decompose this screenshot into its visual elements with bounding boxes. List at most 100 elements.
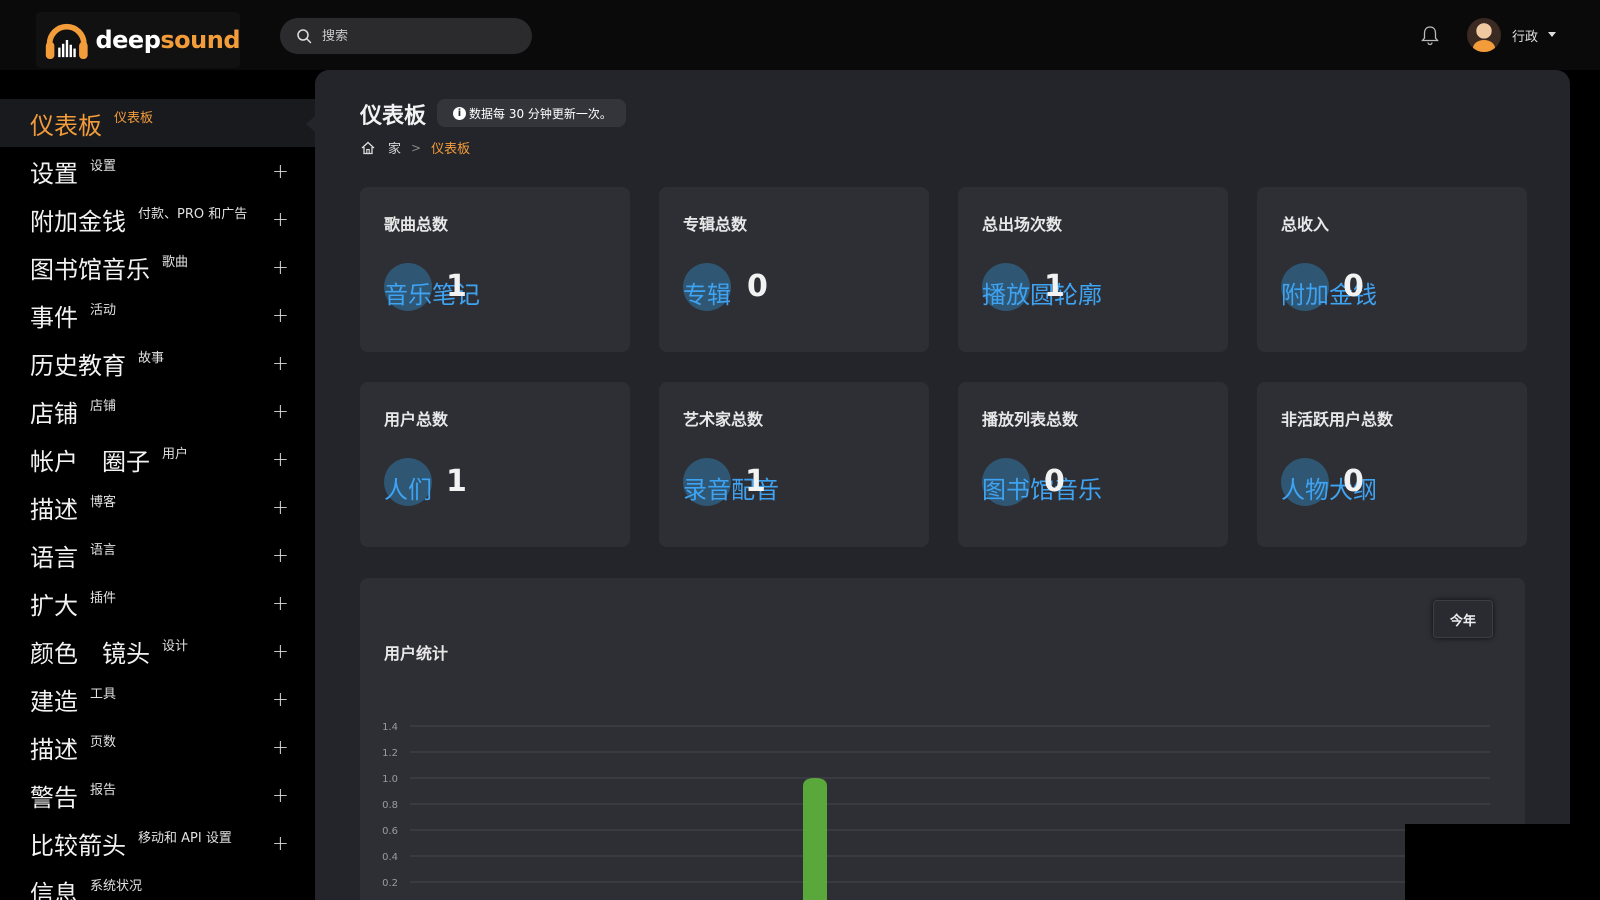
sidebar-item-label: 图书馆音乐: [30, 255, 150, 284]
card-title: 用户总数: [384, 410, 449, 429]
logo-text: deepsound: [95, 26, 240, 54]
sidebar-item-api-settings[interactable]: 比较箭头 移动和 API 设置 +: [0, 819, 315, 867]
plus-icon[interactable]: +: [272, 303, 289, 327]
card-value: 1: [446, 269, 467, 304]
sidebar-item-sub: 系统状况: [90, 879, 143, 894]
card-value: 0: [1044, 464, 1065, 499]
sidebar-item-sub: 博客: [90, 495, 117, 510]
dark-overlay: [1405, 824, 1600, 900]
bell-icon[interactable]: [1420, 24, 1440, 46]
chart-bar[interactable]: [803, 778, 827, 900]
breadcrumb-current: 仪表板: [431, 142, 471, 157]
card-icon-label: 图书馆音乐: [982, 476, 1102, 504]
chart-title: 用户统计: [384, 644, 449, 663]
search-box[interactable]: [280, 18, 532, 54]
chevron-down-icon[interactable]: [1548, 32, 1556, 37]
sidebar-item-stories[interactable]: 历史教育 故事 +: [0, 339, 315, 387]
sidebar-item-sub: 故事: [138, 351, 165, 366]
sidebar-item-sub: 页数: [90, 735, 117, 750]
sidebar-item-payments[interactable]: 附加金钱 付款、PRO 和广告 +: [0, 195, 315, 243]
sidebar-item-reports[interactable]: 警告 报告 +: [0, 771, 315, 819]
plus-icon[interactable]: +: [272, 159, 289, 183]
stat-card-plays: 总出场次数 播放圆轮廓 1: [958, 187, 1228, 352]
y-tick-label: 0.4: [382, 852, 398, 863]
plus-icon[interactable]: +: [272, 783, 289, 807]
sidebar-item-sub: 付款、PRO 和广告: [138, 207, 248, 222]
card-title: 专辑总数: [683, 215, 748, 234]
sidebar-item-tools[interactable]: 建造 工具 +: [0, 675, 315, 723]
plus-icon[interactable]: +: [272, 351, 289, 375]
sidebar-item-users[interactable]: 帐户 圈子 用户 +: [0, 435, 315, 483]
sidebar-item-design[interactable]: 颜色 镜头 设计 +: [0, 627, 315, 675]
stat-card-users: 用户总数 人们 1: [360, 382, 630, 547]
card-title: 非活跃用户总数: [1281, 410, 1394, 429]
sidebar-item-songs[interactable]: 图书馆音乐 歌曲 +: [0, 243, 315, 291]
sidebar-item-sub: 移动和 API 设置: [138, 831, 232, 846]
plus-icon[interactable]: +: [272, 639, 289, 663]
stat-card-playlists: 播放列表总数 图书馆音乐 0: [958, 382, 1228, 547]
sidebar-item-dashboard[interactable]: 仪表板 仪表板: [0, 99, 315, 147]
sidebar-item-languages[interactable]: 语言 语言 +: [0, 531, 315, 579]
sidebar-item-label: 仪表板: [30, 111, 102, 140]
plus-icon[interactable]: +: [272, 447, 289, 471]
plus-icon[interactable]: +: [272, 591, 289, 615]
sidebar-item-label: 建造: [30, 687, 78, 716]
card-value: 1: [1044, 269, 1065, 304]
sidebar-item-events[interactable]: 事件 活动 +: [0, 291, 315, 339]
stat-card-artists: 艺术家总数 录音配音 1: [659, 382, 929, 547]
card-icon-label: 播放圆轮廓: [982, 281, 1102, 309]
home-icon[interactable]: [360, 140, 376, 156]
logo[interactable]: deepsound: [36, 12, 240, 68]
sidebar-item-sub: 店铺: [90, 399, 117, 414]
sidebar-item-label: 附加金钱: [30, 207, 126, 236]
plus-icon[interactable]: +: [272, 255, 289, 279]
sidebar-item-sub: 设置: [90, 159, 117, 174]
plus-icon[interactable]: +: [272, 399, 289, 423]
stat-card-songs: 歌曲总数 音乐笔记 1: [360, 187, 630, 352]
sidebar-item-sub: 用户: [162, 447, 189, 462]
sidebar-item-label: 店铺: [30, 399, 78, 428]
card-value: 1: [446, 464, 467, 499]
sidebar-item-settings[interactable]: 设置 设置 +: [0, 147, 315, 195]
sidebar-item-label: 设置: [30, 159, 78, 188]
sidebar-item-plugins[interactable]: 扩大 插件 +: [0, 579, 315, 627]
sidebar-item-sub: 活动: [90, 303, 117, 318]
sidebar-item-store[interactable]: 店铺 店铺 +: [0, 387, 315, 435]
sidebar-item-sub: 歌曲: [162, 255, 189, 270]
plus-icon[interactable]: +: [272, 831, 289, 855]
plus-icon[interactable]: +: [272, 735, 289, 759]
stat-card-albums: 专辑总数 专辑 0: [659, 187, 929, 352]
card-value: 0: [747, 269, 768, 304]
logo-text-part2: sound: [160, 26, 240, 54]
search-input[interactable]: [322, 28, 512, 44]
sidebar-item-sub: 语言: [90, 543, 117, 558]
plus-icon[interactable]: +: [272, 687, 289, 711]
card-value: 1: [745, 464, 766, 499]
user-name[interactable]: 行政: [1512, 26, 1538, 45]
sidebar-item-label: 扩大: [30, 591, 78, 620]
sidebar-item-sub: 插件: [90, 591, 117, 606]
card-icon-label: 人们: [384, 476, 432, 504]
y-tick-label: 0.2: [382, 878, 398, 889]
sidebar-item-blog[interactable]: 描述 博客 +: [0, 483, 315, 531]
plus-icon[interactable]: +: [272, 543, 289, 567]
plus-icon[interactable]: +: [272, 495, 289, 519]
this-year-button[interactable]: 今年: [1433, 600, 1493, 638]
plus-icon[interactable]: +: [272, 207, 289, 231]
sidebar-item-label: 描述: [30, 735, 78, 764]
sidebar-item-label: 历史教育: [30, 351, 126, 380]
breadcrumb-home[interactable]: 家: [388, 138, 401, 157]
sidebar-item-label-2: 圈子: [102, 447, 150, 476]
sidebar: 仪表板 仪表板 设置 设置 + 附加金钱 付款、PRO 和广告 + 图书馆音乐 …: [0, 70, 315, 900]
search-icon: [297, 29, 312, 44]
sidebar-item-label: 语言: [30, 543, 78, 572]
stat-card-revenue: 总收入 附加金钱 0: [1257, 187, 1527, 352]
card-icon-label: 专辑: [683, 281, 731, 309]
info-icon: i: [453, 106, 466, 120]
avatar[interactable]: [1467, 18, 1501, 52]
sidebar-item-sub: 设计: [162, 639, 189, 654]
card-title: 总收入: [1281, 215, 1330, 234]
sidebar-item-pages[interactable]: 描述 页数 +: [0, 723, 315, 771]
sidebar-item-system-status[interactable]: 信息 系统状况: [0, 867, 315, 900]
sidebar-item-label: 比较箭头: [30, 831, 126, 860]
